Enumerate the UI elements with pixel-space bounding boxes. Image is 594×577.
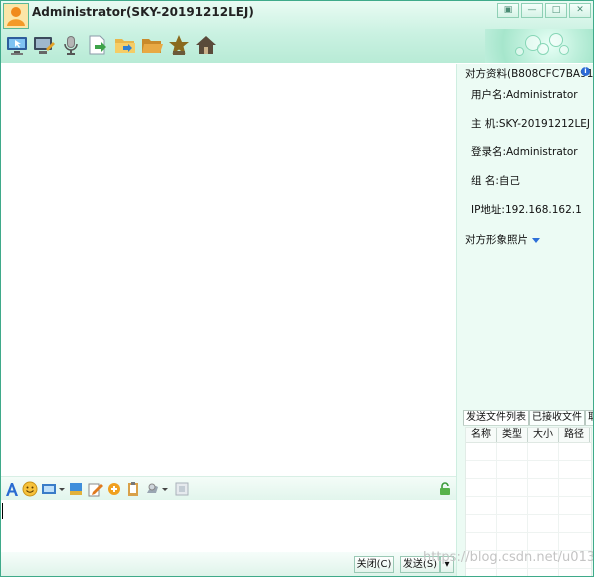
remote-desktop-button[interactable] [6, 34, 28, 56]
screenshot-icon [42, 484, 65, 494]
remote-assist-button[interactable] [33, 34, 55, 56]
edit-icon [88, 483, 103, 497]
column-type[interactable]: 类型 [497, 428, 528, 442]
clipboard-button[interactable] [125, 480, 141, 498]
font-icon [6, 483, 18, 496]
tab-send-list[interactable]: 发送文件列表 [463, 410, 529, 425]
info-login: 登录名:Administrator [471, 146, 578, 158]
screenshot-button[interactable] [41, 480, 65, 498]
favorite-button[interactable] [168, 34, 190, 56]
microphone-icon [64, 36, 78, 55]
home-button[interactable] [195, 34, 217, 56]
photo-label: 对方形象照片 [465, 234, 528, 246]
tab-received[interactable]: 已接收文件 [529, 410, 585, 425]
contact-info-header: 对方资料(B808CFC7BA91) [465, 68, 594, 80]
shake-button[interactable] [106, 480, 122, 498]
insert-image-button[interactable] [68, 480, 84, 498]
chat-window: Administrator(SKY-20191212LEJ) ▣ — □ ✕ 对… [0, 0, 594, 577]
text-caret [2, 503, 3, 519]
settings-button[interactable] [174, 480, 190, 498]
send-file-button[interactable] [87, 34, 109, 56]
emoji-button[interactable] [22, 480, 38, 498]
lock-button[interactable] [437, 480, 453, 498]
message-input[interactable] [1, 500, 456, 552]
send-folder-button[interactable] [114, 34, 136, 56]
main-toolbar [6, 34, 217, 56]
column-size[interactable]: 大小 [528, 428, 559, 442]
maximize-button[interactable]: □ [545, 3, 567, 18]
shake-icon [108, 483, 120, 495]
star-icon [169, 35, 189, 55]
close-window-button[interactable]: ✕ [569, 3, 591, 18]
column-path[interactable]: 路径 [559, 428, 590, 442]
lock-icon [440, 482, 450, 495]
chevron-down-icon [532, 237, 540, 243]
photo-toggle[interactable]: 对方形象照片 [465, 232, 590, 247]
info-icon[interactable]: i [581, 67, 590, 76]
window-title: Administrator(SKY-20191212LEJ) [32, 5, 254, 19]
font-button[interactable] [4, 480, 20, 498]
monitor-cursor-icon [7, 37, 27, 55]
tab-cancel[interactable]: 取消 [585, 410, 593, 425]
shared-folder-button[interactable] [141, 34, 163, 56]
info-username: 用户名:Administrator [471, 89, 578, 101]
settings-icon [175, 482, 189, 496]
window-controls: ▣ — □ ✕ [497, 3, 591, 18]
info-group: 组 名:自己 [471, 175, 520, 187]
skin-button[interactable]: ▣ [497, 3, 519, 18]
column-name[interactable]: 名称 [466, 428, 497, 442]
app-logo-icon [3, 3, 29, 29]
voice-icon [147, 483, 168, 493]
edit-button[interactable] [87, 480, 103, 498]
close-button[interactable]: 关闭(C) [354, 556, 394, 573]
watermark: https://blog.csdn.net/u013621398 [423, 550, 594, 565]
chat-message-area[interactable] [1, 64, 456, 476]
file-send-icon [89, 35, 106, 55]
contact-info-panel: 对方资料(B808CFC7BA91) i 用户名:Administrator 主… [456, 64, 594, 576]
image-icon [70, 483, 82, 495]
info-host: 主 机:SKY-20191212LEJ [471, 118, 591, 130]
input-toolbar [1, 476, 456, 501]
folder-open-icon [142, 39, 163, 53]
title-bar[interactable]: Administrator(SKY-20191212LEJ) ▣ — □ ✕ [1, 1, 593, 63]
emoji-icon [22, 481, 38, 497]
info-ip: IP地址:192.168.162.1 [471, 204, 582, 216]
bubble-decoration [485, 29, 593, 63]
monitor-edit-icon [34, 37, 55, 54]
folder-send-icon [115, 39, 135, 53]
file-tabs: 发送文件列表 已接收文件 取消 [463, 410, 593, 426]
home-icon [196, 36, 216, 54]
voice-chat-button[interactable] [60, 34, 82, 56]
voice-message-button[interactable] [144, 480, 170, 498]
minimize-button[interactable]: — [521, 3, 543, 18]
file-list-header: 名称 类型 大小 路径 [466, 428, 591, 443]
bottom-bar: 关闭(C) 发送(S) ▾ [1, 552, 456, 576]
clipboard-icon [128, 482, 138, 496]
